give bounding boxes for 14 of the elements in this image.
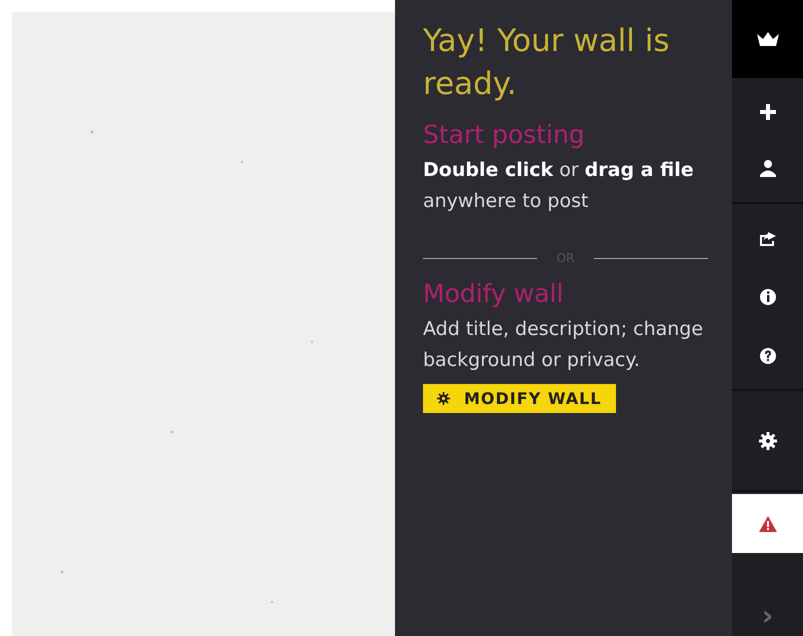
section-text: Add title, description; change background or privacy. [423, 317, 704, 373]
crown-icon[interactable] [756, 31, 780, 47]
section-heading: Modify wall [423, 279, 564, 308]
settings-icon [758, 430, 778, 450]
section-text: Double click or drag a file anywhere to post [423, 158, 695, 214]
person-icon [758, 158, 778, 178]
modify-wall-button[interactable]: MODIFY WALL [423, 384, 616, 413]
help-icon [758, 346, 778, 366]
panel-title: Yay! Your wall is ready. [423, 22, 671, 104]
info-icon [758, 286, 778, 306]
gear-icon [437, 392, 450, 405]
section-heading: Start posting [423, 120, 586, 149]
warning-icon [758, 514, 778, 534]
plus-icon [758, 102, 778, 122]
